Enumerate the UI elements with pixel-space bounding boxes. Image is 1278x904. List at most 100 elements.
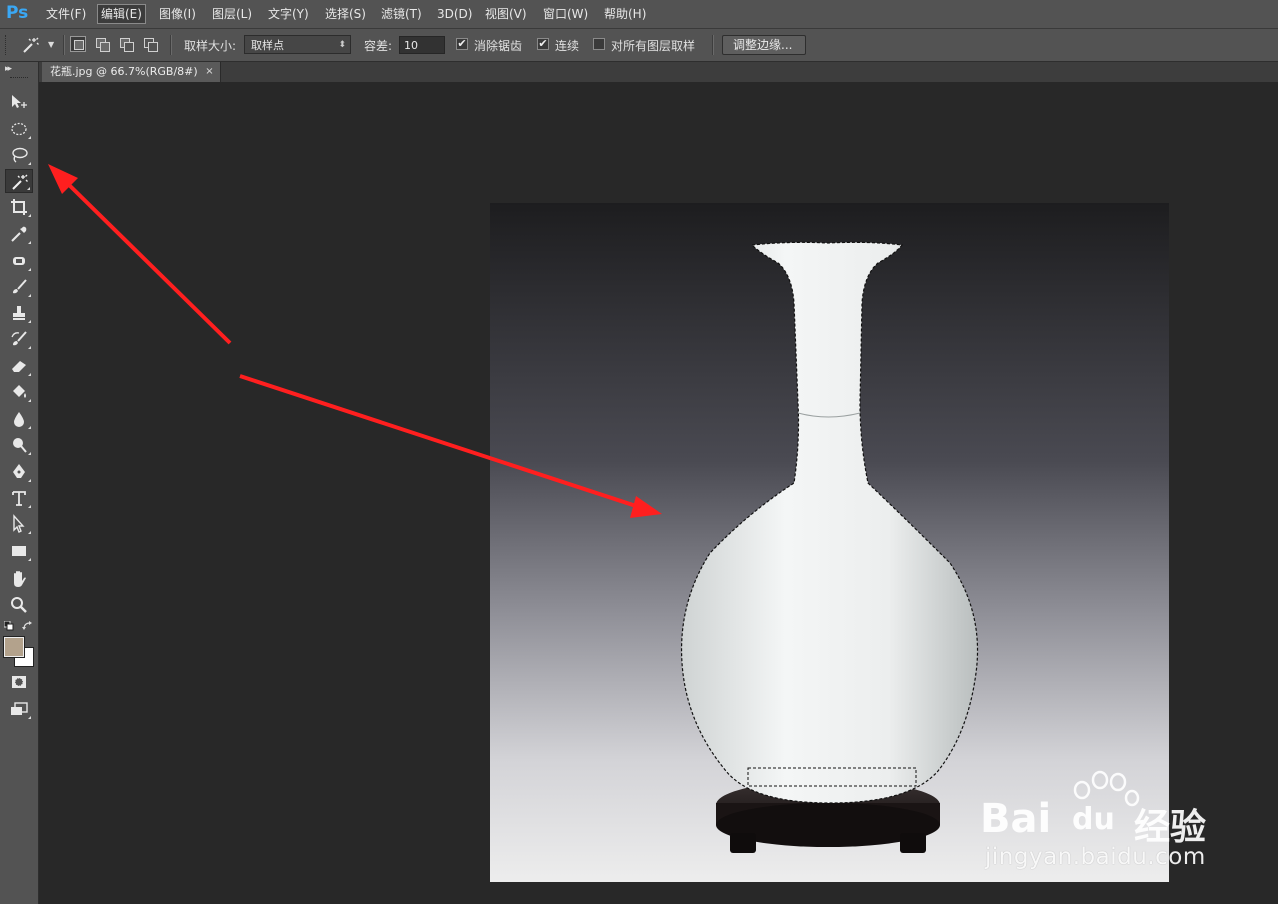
paint-bucket-tool[interactable] <box>5 380 33 404</box>
crop-tool[interactable] <box>5 195 33 219</box>
menu-bar: Ps 文件(F) 编辑(E) 图像(I) 图层(L) 文字(Y) 选择(S) 滤… <box>0 0 1278 29</box>
history-brush-tool[interactable] <box>5 327 33 351</box>
paint-bucket-icon <box>13 385 26 398</box>
zoom-tool[interactable] <box>5 593 33 617</box>
menu-image[interactable]: 图像(I) <box>156 5 199 23</box>
menu-type[interactable]: 文字(Y) <box>265 5 312 23</box>
close-icon[interactable]: × <box>205 62 213 82</box>
toolbar-grip[interactable] <box>10 77 28 80</box>
rectangle-tool[interactable] <box>5 539 33 563</box>
contiguous-label: 连续 <box>555 39 580 53</box>
default-colors-icon[interactable] <box>4 621 14 631</box>
menu-help[interactable]: 帮助(H) <box>601 5 649 23</box>
path-selection-icon <box>13 514 25 533</box>
intersect-selection-button[interactable] <box>142 36 158 52</box>
magic-wand-tool[interactable] <box>5 169 33 193</box>
eyedropper-icon <box>11 226 27 242</box>
menu-file[interactable]: 文件(F) <box>43 5 89 23</box>
menu-layer[interactable]: 图层(L) <box>209 5 255 23</box>
clone-stamp-tool[interactable] <box>5 301 33 325</box>
path-selection-tool[interactable] <box>5 512 33 536</box>
history-brush-icon <box>11 331 27 346</box>
water-drop-icon <box>14 412 24 427</box>
zoom-icon <box>11 597 27 613</box>
dodge-icon <box>13 438 27 453</box>
bandage-icon <box>13 257 25 265</box>
sample-size-select[interactable]: 取样点 ⬍ <box>244 35 351 54</box>
sample-all-layers-label: 对所有图层取样 <box>611 39 696 53</box>
dodge-tool[interactable] <box>5 433 33 457</box>
blur-tool[interactable] <box>5 407 33 431</box>
crop-icon <box>11 199 27 215</box>
add-selection-icon-part <box>100 42 110 52</box>
baidu-watermark: Bai du 经验 jingyan.baidu.com <box>980 770 1220 880</box>
document-tab-title: 花瓶.jpg @ 66.7%(RGB/8#) <box>50 65 198 78</box>
baidu-brand-text: Bai <box>980 796 1052 842</box>
elliptical-marquee-icon <box>11 122 27 136</box>
menu-window[interactable]: 窗口(W) <box>540 5 591 23</box>
marquee-tool[interactable] <box>5 117 33 141</box>
eyedropper-tool[interactable] <box>5 222 33 246</box>
foreground-color-swatch[interactable] <box>3 636 25 658</box>
sample-size-value: 取样点 <box>251 39 284 52</box>
quick-mask-button[interactable] <box>5 670 33 694</box>
tolerance-input[interactable]: 10 <box>399 36 445 54</box>
new-selection-icon <box>74 40 84 50</box>
stamp-icon <box>13 306 25 320</box>
options-grip[interactable] <box>5 35 9 55</box>
baidu-paw-text: du <box>1072 802 1115 837</box>
lasso-icon <box>12 147 28 163</box>
tolerance-label: 容差: <box>364 39 393 53</box>
eraser-tool[interactable] <box>5 354 33 378</box>
swap-colors-icon[interactable] <box>22 620 34 632</box>
spot-healing-tool[interactable] <box>5 249 33 273</box>
divider <box>712 35 714 55</box>
menu-filter[interactable]: 滤镜(T) <box>378 5 425 23</box>
add-to-selection-button[interactable] <box>94 36 110 52</box>
menu-3d[interactable]: 3D(D) <box>434 5 475 23</box>
sample-all-layers-checkbox[interactable] <box>593 38 605 50</box>
move-icon <box>12 95 27 108</box>
tools-panel: ▸▸ <box>0 62 39 904</box>
stand-foot-right <box>900 833 926 853</box>
new-selection-button[interactable] <box>70 36 86 52</box>
vase-shape <box>681 242 978 804</box>
rectangle-icon <box>12 546 26 556</box>
baidu-url-text: jingyan.baidu.com <box>985 844 1206 870</box>
move-tool[interactable] <box>5 90 33 114</box>
hand-icon <box>14 571 26 587</box>
subtract-selection-icon-part <box>124 42 134 52</box>
type-tool[interactable] <box>5 486 33 510</box>
screen-mode-icon <box>11 702 28 715</box>
photoshop-logo: Ps <box>6 3 29 23</box>
eraser-icon <box>12 361 26 372</box>
menu-edit[interactable]: 编辑(E) <box>97 4 146 24</box>
stand-foot-left <box>730 833 756 853</box>
tool-preset-picker[interactable]: ▼ <box>18 33 58 57</box>
brush-icon <box>13 279 27 294</box>
contiguous-checkbox[interactable]: ✔ <box>537 38 549 50</box>
magic-wand-icon <box>23 37 39 53</box>
type-icon <box>12 491 26 506</box>
menu-select[interactable]: 选择(S) <box>322 5 369 23</box>
subtract-from-selection-button[interactable] <box>118 36 134 52</box>
chevron-down-icon: ▼ <box>48 40 55 49</box>
divider <box>63 35 65 55</box>
sample-size-label: 取样大小: <box>184 39 237 53</box>
refine-edge-button[interactable]: 调整边缘... <box>722 35 806 55</box>
pen-tool[interactable] <box>5 460 33 484</box>
collapse-toolbar-icon[interactable]: ▸▸ <box>5 64 12 74</box>
anti-alias-label: 消除锯齿 <box>474 39 523 53</box>
screen-mode-button[interactable] <box>5 697 33 721</box>
document-tab[interactable]: 花瓶.jpg @ 66.7%(RGB/8#) × <box>42 62 221 82</box>
menu-view[interactable]: 视图(V) <box>482 5 530 23</box>
lasso-tool[interactable] <box>5 143 33 167</box>
brush-tool[interactable] <box>5 275 33 299</box>
hand-tool[interactable] <box>5 567 33 591</box>
anti-alias-checkbox[interactable]: ✔ <box>456 38 468 50</box>
select-arrows-icon: ⬍ <box>338 40 346 50</box>
document-tab-bar: 花瓶.jpg @ 66.7%(RGB/8#) × <box>39 62 1278 82</box>
divider <box>170 35 172 55</box>
intersect-selection-icon-part <box>148 42 158 52</box>
baidu-product-text: 经验 <box>1134 807 1207 848</box>
